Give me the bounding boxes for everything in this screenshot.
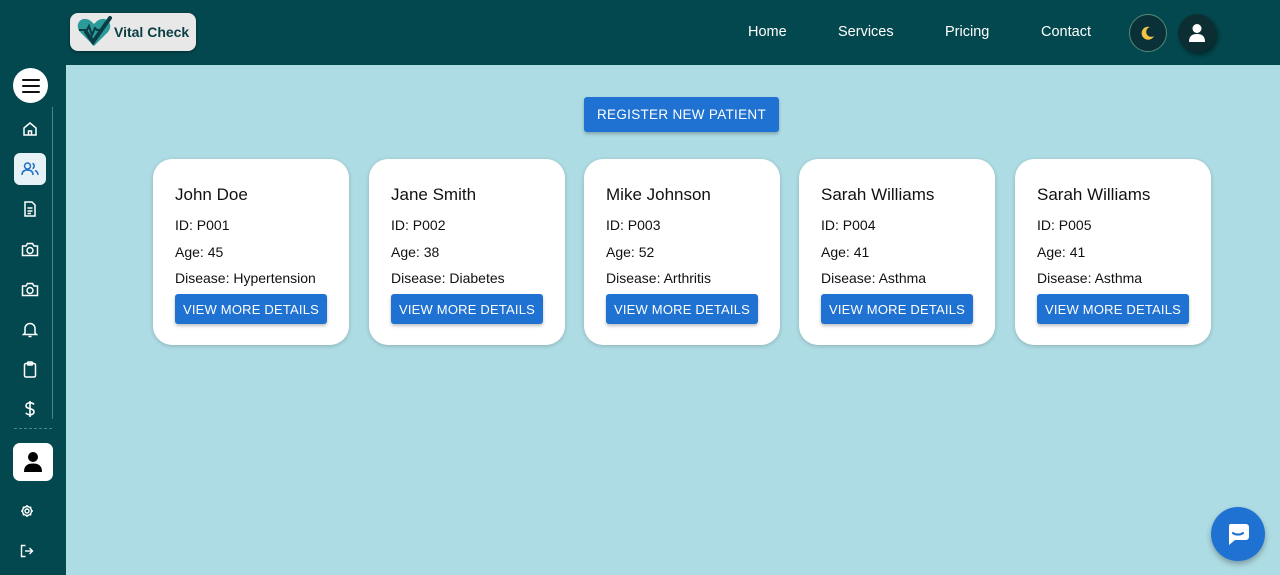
patient-id: ID: P002 xyxy=(391,217,446,233)
sidebar-item-camera-2[interactable] xyxy=(14,273,46,305)
patient-card: Mike Johnson ID: P003 Age: 52 Disease: A… xyxy=(584,159,780,345)
home-icon xyxy=(23,122,37,136)
nav-home[interactable]: Home xyxy=(748,24,787,40)
patient-name: Sarah Williams xyxy=(821,185,935,204)
sidebar-item-clipboard[interactable] xyxy=(14,353,46,385)
theme-toggle-button[interactable] xyxy=(1129,14,1167,52)
patient-id: ID: P001 xyxy=(175,217,230,233)
patient-age: Age: 52 xyxy=(606,244,655,260)
users-icon xyxy=(21,162,39,176)
dollar-icon xyxy=(25,401,35,417)
camera-icon xyxy=(21,282,39,296)
top-navbar: Vital Check Home Services Pricing Contac… xyxy=(0,0,1280,65)
patient-id: ID: P005 xyxy=(1037,217,1092,233)
patient-id: ID: P004 xyxy=(821,217,876,233)
patient-card: Jane Smith ID: P002 Age: 38 Disease: Dia… xyxy=(369,159,565,345)
patient-disease: Disease: Hypertension xyxy=(175,270,316,286)
patient-name: Mike Johnson xyxy=(606,185,711,204)
patient-age: Age: 45 xyxy=(175,244,224,260)
chat-button[interactable] xyxy=(1211,507,1265,561)
nav-contact[interactable]: Contact xyxy=(1041,24,1091,40)
patient-disease: Disease: Asthma xyxy=(1037,270,1143,286)
view-details-button[interactable]: VIEW MORE DETAILS xyxy=(606,294,758,324)
patient-age: Age: 38 xyxy=(391,244,440,260)
nav-services[interactable]: Services xyxy=(838,24,894,40)
document-icon xyxy=(24,201,36,217)
settings-icon xyxy=(21,505,33,517)
nav-pricing[interactable]: Pricing xyxy=(945,24,989,40)
sidebar-item-logout[interactable] xyxy=(11,535,43,567)
sidebar xyxy=(0,65,66,575)
patient-name: Jane Smith xyxy=(391,185,477,204)
user-icon xyxy=(1189,24,1205,42)
camera-icon xyxy=(21,242,39,256)
moon-icon xyxy=(1141,26,1154,40)
sidebar-dashed-divider xyxy=(14,428,52,429)
patient-card: Sarah Williams ID: P005 Age: 41 Disease:… xyxy=(1015,159,1211,345)
view-details-button[interactable]: VIEW MORE DETAILS xyxy=(821,294,973,324)
hamburger-icon xyxy=(21,78,40,93)
view-details-button[interactable]: VIEW MORE DETAILS xyxy=(391,294,543,324)
logout-icon xyxy=(20,544,34,558)
sidebar-divider-line xyxy=(52,107,53,419)
sidebar-item-records[interactable] xyxy=(14,193,46,225)
chat-icon xyxy=(1228,524,1249,545)
account-button[interactable] xyxy=(1178,14,1216,52)
clipboard-icon xyxy=(23,360,37,378)
view-details-button[interactable]: VIEW MORE DETAILS xyxy=(175,294,327,324)
brand-logo[interactable]: Vital Check xyxy=(70,13,196,51)
sidebar-item-billing[interactable] xyxy=(14,393,46,425)
view-details-button[interactable]: VIEW MORE DETAILS xyxy=(1037,294,1189,324)
menu-toggle-button[interactable] xyxy=(13,68,48,103)
patient-name: John Doe xyxy=(175,185,248,204)
sidebar-item-camera-1[interactable] xyxy=(14,233,46,265)
brand-name: Vital Check xyxy=(114,24,190,40)
patient-disease: Disease: Arthritis xyxy=(606,270,712,286)
patient-age: Age: 41 xyxy=(1037,244,1086,260)
sidebar-item-settings[interactable] xyxy=(11,495,43,527)
bell-icon xyxy=(22,322,38,337)
register-new-patient-button[interactable]: REGISTER NEW PATIENT xyxy=(584,97,779,132)
sidebar-item-patients[interactable] xyxy=(14,153,46,185)
patient-disease: Disease: Diabetes xyxy=(391,270,505,286)
sidebar-item-notifications[interactable] xyxy=(14,313,46,345)
patient-card: John Doe ID: P001 Age: 45 Disease: Hyper… xyxy=(153,159,349,345)
patient-card: Sarah Williams ID: P004 Age: 41 Disease:… xyxy=(799,159,995,345)
sidebar-profile-button[interactable] xyxy=(13,443,53,481)
sidebar-item-home[interactable] xyxy=(14,113,46,145)
profile-icon xyxy=(24,452,42,472)
heart-check-icon xyxy=(77,16,112,46)
patient-disease: Disease: Asthma xyxy=(821,270,927,286)
patient-name: Sarah Williams xyxy=(1037,185,1151,204)
patient-age: Age: 41 xyxy=(821,244,870,260)
patient-id: ID: P003 xyxy=(606,217,661,233)
